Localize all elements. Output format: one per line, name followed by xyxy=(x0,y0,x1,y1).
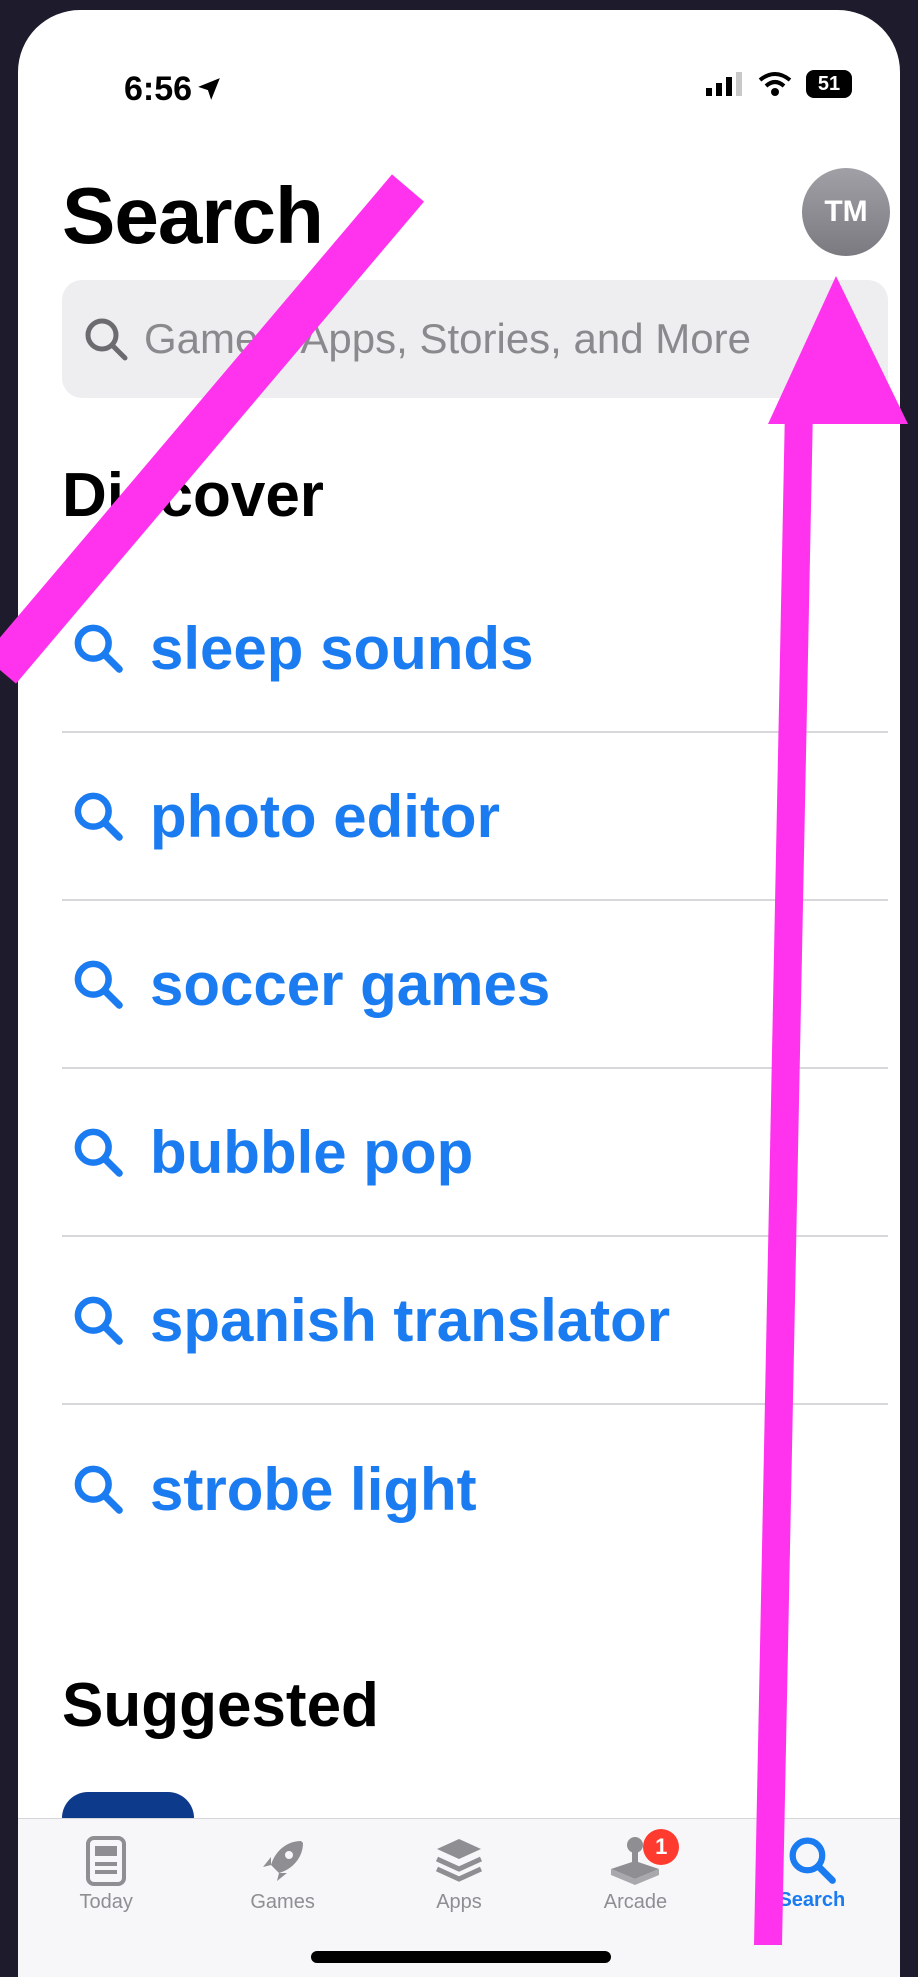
tab-label: Apps xyxy=(436,1891,482,1913)
search-icon xyxy=(74,1128,123,1177)
discover-item-label: spanish translator xyxy=(150,1286,671,1354)
search-icon xyxy=(74,1296,123,1345)
tab-label: Today xyxy=(79,1891,133,1913)
status-icons: 51 xyxy=(704,70,852,98)
tab-label: Arcade xyxy=(603,1891,668,1913)
search-icon xyxy=(74,792,123,841)
search-icon xyxy=(85,318,128,361)
rocket-icon xyxy=(262,1841,303,1881)
arcade-badge: 1 xyxy=(643,1829,680,1865)
search-icon xyxy=(789,1837,836,1884)
page-title: Search xyxy=(62,171,324,260)
tab-search[interactable]: Search xyxy=(724,1819,900,1977)
home-indicator xyxy=(311,1951,611,1963)
today-icon xyxy=(86,1836,127,1886)
app-store-screen: 6:56 51 Search TM Discover sleep sounds … xyxy=(18,10,900,1977)
discover-item-label: strobe light xyxy=(150,1455,477,1523)
search-input[interactable] xyxy=(142,314,846,364)
search-icon xyxy=(74,624,123,673)
cellular-signal-icon xyxy=(706,72,742,96)
discover-heading: Discover xyxy=(62,461,324,530)
discover-item-label: bubble pop xyxy=(150,1118,474,1186)
tab-label: Search xyxy=(778,1889,846,1911)
discover-list: sleep sounds photo editor soccer games b… xyxy=(62,565,888,1573)
suggested-heading: Suggested xyxy=(62,1671,379,1740)
search-icon xyxy=(74,1465,123,1514)
discover-item-label: sleep sounds xyxy=(150,614,534,682)
discover-item-label: soccer games xyxy=(150,950,551,1018)
discover-item-bubble-pop[interactable]: bubble pop xyxy=(62,1069,888,1237)
tab-label: Games xyxy=(250,1891,315,1913)
discover-item-label: photo editor xyxy=(150,782,500,850)
battery-indicator: 51 xyxy=(806,70,852,98)
search-field[interactable] xyxy=(62,280,888,398)
wifi-icon xyxy=(758,72,792,96)
discover-item-sleep-sounds[interactable]: sleep sounds xyxy=(62,565,888,733)
status-time: 6:56 xyxy=(124,70,222,109)
tab-today[interactable]: Today xyxy=(18,1819,194,1977)
discover-item-spanish-translator[interactable]: spanish translator xyxy=(62,1237,888,1405)
search-icon xyxy=(74,960,123,1009)
discover-item-photo-editor[interactable]: photo editor xyxy=(62,733,888,901)
stack-icon xyxy=(435,1839,483,1882)
location-arrow-icon xyxy=(198,78,220,100)
account-avatar[interactable]: TM xyxy=(802,168,890,256)
discover-item-strobe-light[interactable]: strobe light xyxy=(62,1405,888,1573)
discover-item-soccer-games[interactable]: soccer games xyxy=(62,901,888,1069)
